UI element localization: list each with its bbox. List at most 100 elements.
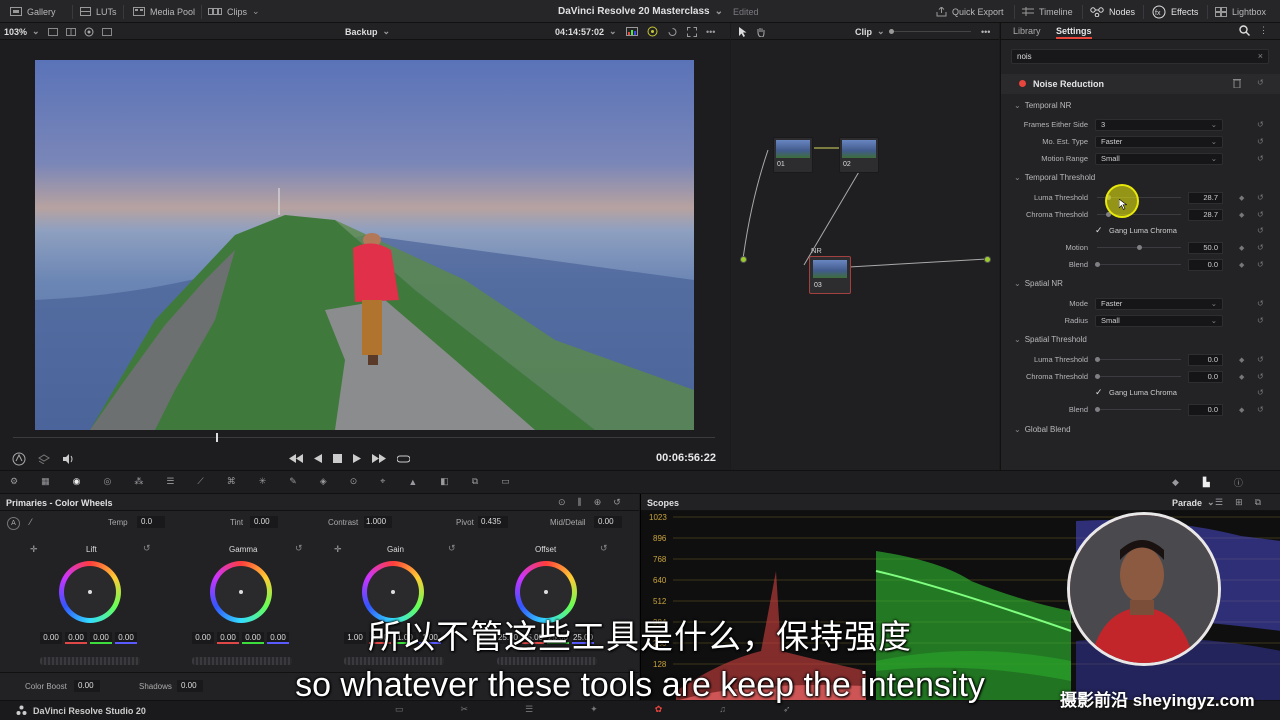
more-options-icon[interactable]: ••• xyxy=(981,23,990,40)
reset-icon[interactable]: ↺ xyxy=(613,497,621,508)
node-03[interactable]: 03 xyxy=(809,256,851,294)
keyframe-icon[interactable]: ◆ xyxy=(1239,356,1244,364)
timecode-select[interactable]: 04:14:57:02 ⌄ xyxy=(555,23,617,40)
project-title[interactable]: DaVinci Resolve 20 Masterclass ⌄ xyxy=(558,0,723,23)
loop-icon[interactable] xyxy=(667,27,678,37)
spatial-chroma-value[interactable]: 0.0 xyxy=(1188,370,1223,383)
window-icon[interactable]: ◈ xyxy=(320,476,327,487)
reset-icon[interactable]: ↺ xyxy=(295,543,303,554)
pointer-icon[interactable] xyxy=(739,26,747,37)
stereo-icon[interactable]: ▭ xyxy=(501,476,510,487)
motion-range-select[interactable]: Small ⌄ xyxy=(1095,152,1223,165)
blend-value[interactable]: 0.0 xyxy=(1188,258,1223,271)
blend-slider[interactable] xyxy=(1097,264,1181,265)
node-zoom-knob[interactable] xyxy=(889,29,894,34)
scrubber-track[interactable] xyxy=(13,437,715,438)
scope-expand-icon[interactable]: ⧉ xyxy=(1255,497,1261,508)
offset-master-wheel[interactable] xyxy=(497,657,597,665)
mo-est-type-select[interactable]: Faster ⌄ xyxy=(1095,135,1223,148)
fairlight-page-icon[interactable]: ♫ xyxy=(719,704,726,715)
spatial-chroma-slider[interactable] xyxy=(1097,376,1181,377)
log-icon[interactable]: ⊕ xyxy=(594,497,602,508)
radius-select[interactable]: Small ⌄ xyxy=(1095,314,1223,327)
keyframe-icon[interactable]: ◆ xyxy=(1239,211,1244,219)
temp-value[interactable]: 0.0 xyxy=(137,516,165,528)
cut-page-icon[interactable]: ✂ xyxy=(461,704,469,715)
gamma-wheel-dot[interactable] xyxy=(239,590,243,594)
media-page-icon[interactable]: ▭ xyxy=(395,704,404,715)
section-global-blend[interactable]: Global Blend xyxy=(1014,425,1071,434)
frames-either-side-select[interactable]: 3 ⌄ xyxy=(1095,118,1223,131)
timeline-button[interactable]: Timeline xyxy=(1022,0,1073,23)
nodes-button[interactable]: Nodes xyxy=(1090,0,1135,23)
keyframe-icon[interactable]: ◆ xyxy=(1239,406,1244,414)
blend-knob[interactable] xyxy=(1095,407,1100,412)
scope-overlay-icon[interactable] xyxy=(626,27,638,36)
skip-to-end-icon[interactable] xyxy=(372,454,386,463)
play-reverse-icon[interactable] xyxy=(314,454,322,463)
reset-icon[interactable]: ↺ xyxy=(1257,299,1264,308)
reset-icon[interactable]: ↺ xyxy=(600,543,608,554)
keyframe-icon[interactable]: ◆ xyxy=(1239,244,1244,252)
keyframe-icon[interactable]: ◆ xyxy=(1239,373,1244,381)
spatial-luma-knob[interactable] xyxy=(1095,357,1100,362)
hand-icon[interactable] xyxy=(756,27,766,37)
gallery-button[interactable]: Gallery xyxy=(10,0,56,23)
checkbox-checked-icon[interactable]: ✓ xyxy=(1095,387,1103,398)
blend-value[interactable]: 0.0 xyxy=(1188,403,1223,416)
reset-icon[interactable]: ↺ xyxy=(1257,137,1264,146)
gain-master-wheel[interactable] xyxy=(344,657,444,665)
section-temporal-nr[interactable]: Temporal NR xyxy=(1014,101,1072,110)
edit-page-icon[interactable]: ☰ xyxy=(525,704,533,715)
crosshair-icon[interactable]: ✛ xyxy=(334,544,342,555)
spatial-luma-slider[interactable] xyxy=(1097,359,1181,360)
split-view-icon[interactable] xyxy=(48,27,58,36)
motion-value[interactable]: 50.0 xyxy=(1188,241,1223,254)
rgb-mixer-icon[interactable]: ⁂ xyxy=(134,476,143,487)
reset-icon[interactable]: ↺ xyxy=(1257,260,1264,269)
gamma-master-wheel[interactable] xyxy=(192,657,292,665)
luma-threshold-value[interactable]: 28.7 xyxy=(1188,191,1223,204)
reset-icon[interactable]: ↺ xyxy=(1257,154,1264,163)
color-match-icon[interactable]: ▦ xyxy=(41,476,50,487)
fullscreen-icon[interactable] xyxy=(687,26,697,37)
fusion-page-icon[interactable]: ✦ xyxy=(590,704,598,715)
more-options-icon[interactable]: ••• xyxy=(706,27,715,37)
node-zoom-slider[interactable] xyxy=(891,31,971,32)
play-icon[interactable] xyxy=(353,454,361,463)
magic-mask-icon[interactable]: ⌖ xyxy=(380,476,385,487)
reset-icon[interactable]: ↺ xyxy=(1257,193,1264,202)
luts-button[interactable]: LUTs xyxy=(80,0,117,23)
highlight-icon[interactable] xyxy=(84,27,94,37)
tab-settings[interactable]: Settings xyxy=(1056,26,1092,39)
chroma-threshold-value[interactable]: 28.7 xyxy=(1188,208,1223,221)
layers-icon[interactable] xyxy=(38,453,50,464)
more-options-icon[interactable]: ⋮ xyxy=(1259,25,1268,36)
hdr-icon[interactable]: ◎ xyxy=(103,476,111,487)
clips-button[interactable]: Clips ⌄ xyxy=(208,0,260,23)
color-picker-icon[interactable] xyxy=(647,26,658,37)
node-01[interactable]: 01 xyxy=(773,137,813,173)
tracker-icon[interactable]: ⊙ xyxy=(350,476,358,487)
spatial-luma-value[interactable]: 0.0 xyxy=(1188,353,1223,366)
guides-icon[interactable] xyxy=(102,27,112,36)
reset-icon[interactable]: ↺ xyxy=(1257,388,1264,397)
section-spatial-nr[interactable]: Spatial NR xyxy=(1014,279,1063,288)
reset-icon[interactable]: ↺ xyxy=(448,543,456,554)
node-02[interactable]: 02 xyxy=(839,137,879,173)
reset-icon[interactable]: ↺ xyxy=(1257,355,1264,364)
contrast-value[interactable]: 1.000 xyxy=(364,516,392,528)
key-icon[interactable]: ◧ xyxy=(440,476,449,487)
crosshair-icon[interactable]: ✛ xyxy=(30,544,38,555)
node-mode-select[interactable]: Clip ⌄ xyxy=(855,23,885,40)
skip-to-start-icon[interactable] xyxy=(289,454,303,463)
reset-icon[interactable]: ↺ xyxy=(1257,372,1264,381)
scopes-icon[interactable]: ▙ xyxy=(1203,476,1210,489)
picker-icon[interactable]: ⁄ xyxy=(30,517,32,527)
lift-wheel-dot[interactable] xyxy=(88,590,92,594)
lift-master-wheel[interactable] xyxy=(40,657,140,665)
video-frame[interactable] xyxy=(35,60,694,430)
effects-button[interactable]: fx Effects xyxy=(1152,0,1198,23)
keyframes-icon[interactable]: ◆ xyxy=(1172,476,1179,489)
input-node-dot[interactable] xyxy=(740,256,747,263)
